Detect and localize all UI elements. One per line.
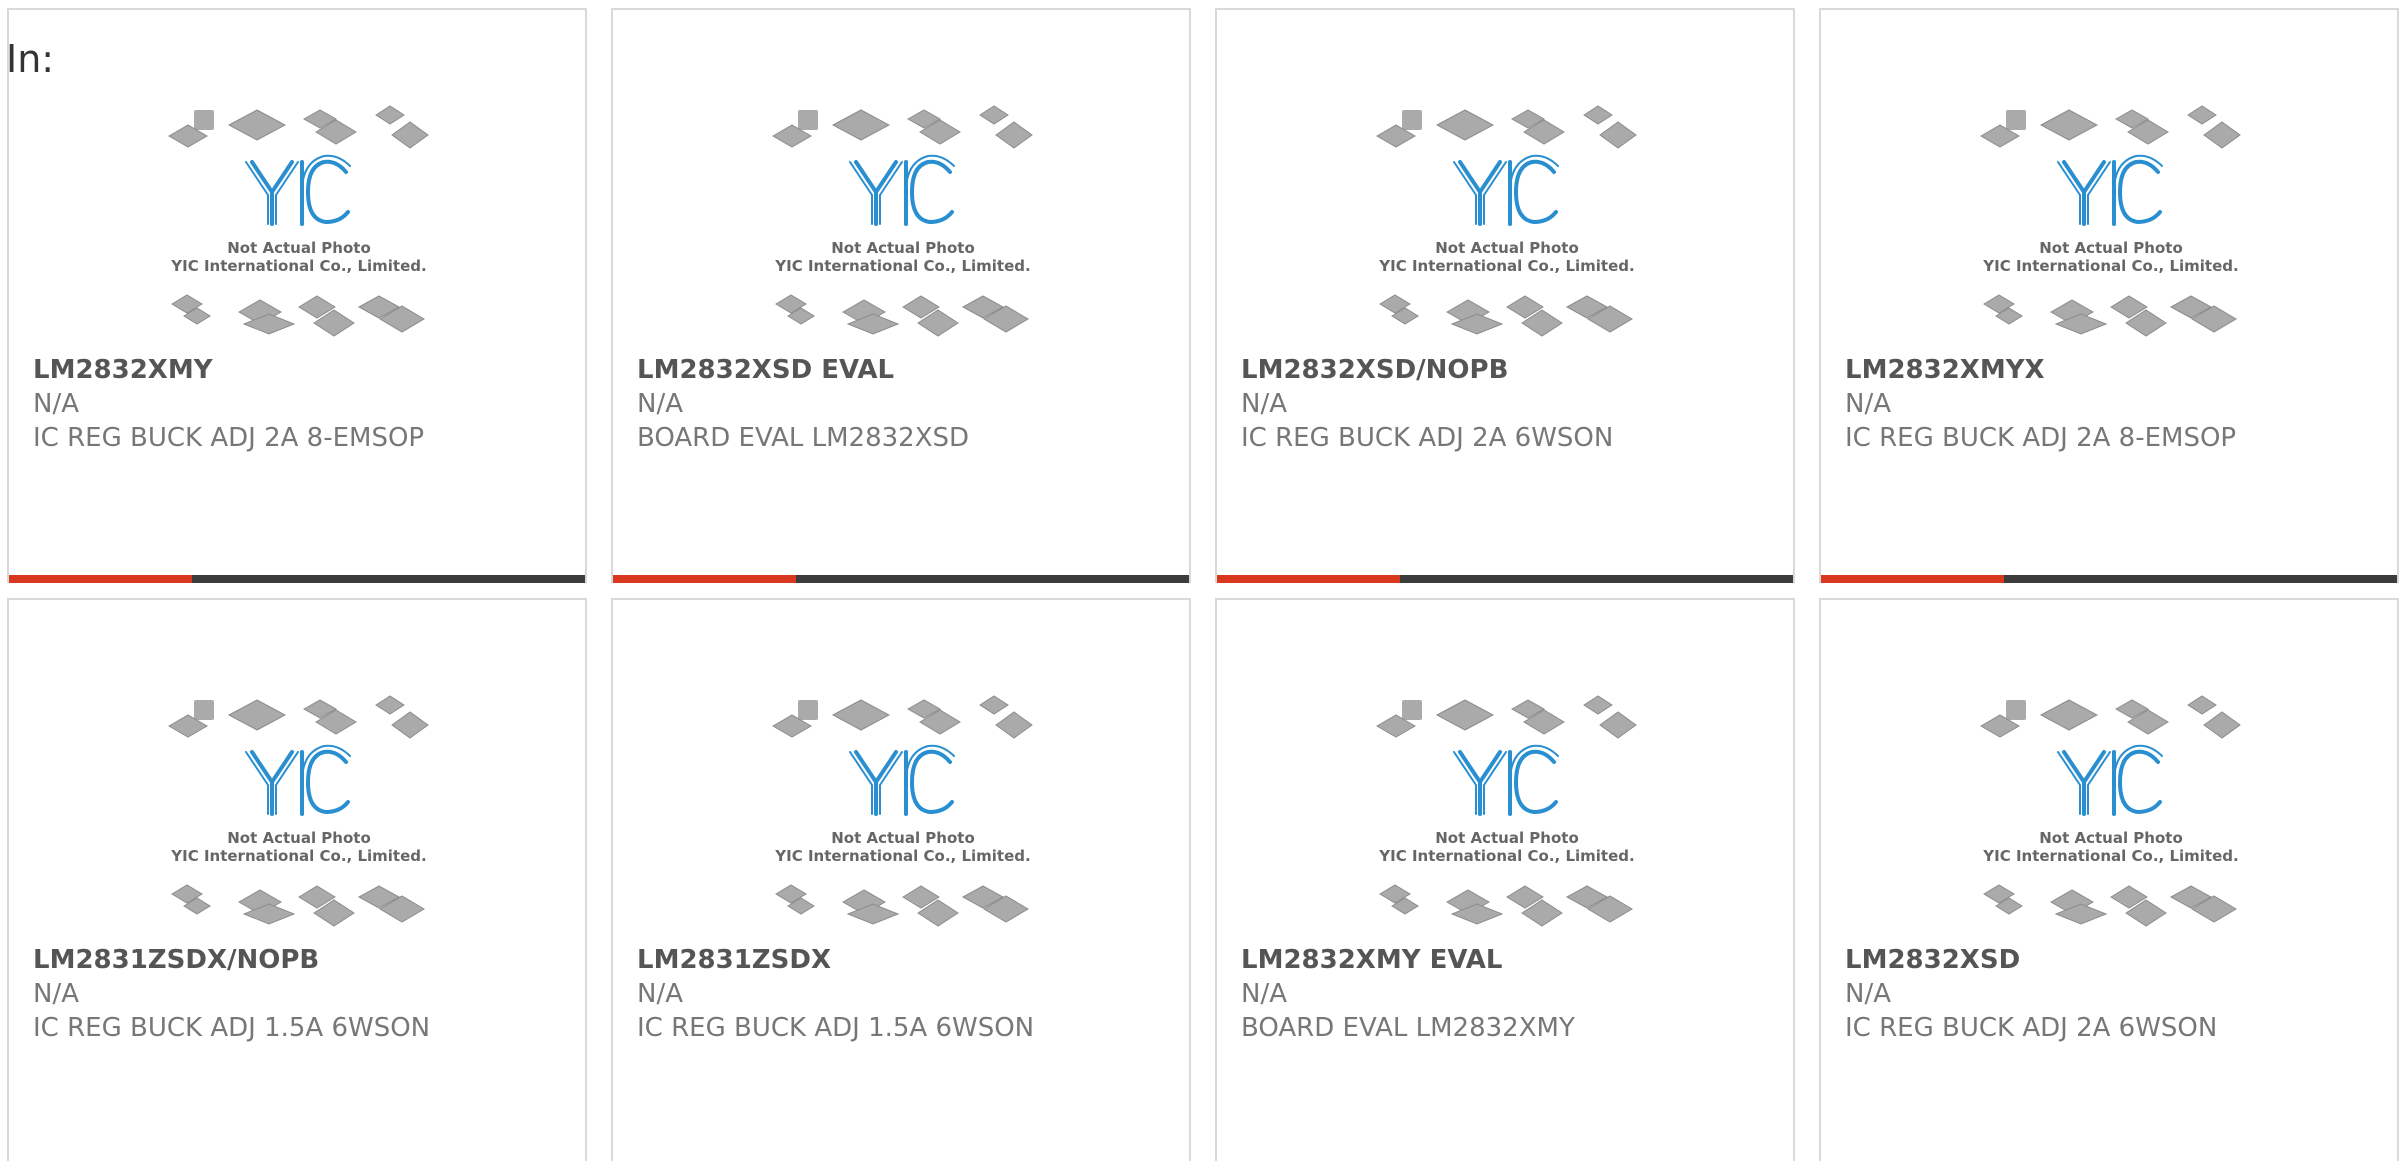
yic-logo-icon xyxy=(849,744,955,816)
chip-icons-bottom xyxy=(775,294,1029,337)
svg-text:YIC International Co., Limited: YIC International Co., Limited. xyxy=(170,847,426,865)
svg-text:YIC International Co., Limited: YIC International Co., Limited. xyxy=(774,847,1030,865)
product-grid: Not Actual Photo YIC International Co., … xyxy=(7,8,2400,1161)
product-image[interactable]: Not Actual Photo YIC International Co., … xyxy=(768,690,1038,935)
chip-icons-top xyxy=(1980,105,2241,149)
product-card[interactable]: Not Actual Photo YIC International Co., … xyxy=(1819,598,2399,1161)
svg-text:Not Actual Photo: Not Actual Photo xyxy=(831,239,975,257)
product-image[interactable]: Not Actual Photo YIC International Co., … xyxy=(768,100,1038,345)
yic-logo-icon xyxy=(1453,744,1559,816)
part-number-link[interactable]: LM2831ZSDX xyxy=(637,943,1179,977)
chip-icons-bottom xyxy=(1379,294,1633,337)
product-image[interactable]: Not Actual Photo YIC International Co., … xyxy=(1976,100,2246,345)
svg-text:Not Actual Photo: Not Actual Photo xyxy=(227,829,371,847)
manufacturer-label: N/A xyxy=(33,979,79,1009)
part-number-link[interactable]: LM2832XMYX xyxy=(1845,353,2387,387)
part-number-link[interactable]: LM2832XMY EVAL xyxy=(1241,943,1783,977)
product-card[interactable]: Not Actual Photo YIC International Co., … xyxy=(7,598,587,1161)
svg-text:YIC International Co., Limited: YIC International Co., Limited. xyxy=(1378,847,1634,865)
product-card[interactable]: Not Actual Photo YIC International Co., … xyxy=(1215,598,1795,1161)
yic-logo-icon xyxy=(245,154,351,226)
yic-logo-icon xyxy=(2057,154,2163,226)
svg-text:Not Actual Photo: Not Actual Photo xyxy=(2039,829,2183,847)
chip-icons-top xyxy=(1376,695,1637,739)
svg-text:YIC International Co., Limited: YIC International Co., Limited. xyxy=(170,257,426,275)
product-card[interactable]: Not Actual Photo YIC International Co., … xyxy=(611,8,1191,583)
yic-logo-icon xyxy=(849,154,955,226)
manufacturer-label: N/A xyxy=(637,389,683,419)
card-bottom-bar xyxy=(1217,575,1793,583)
part-number-link[interactable]: LM2831ZSDX/NOPB xyxy=(33,943,575,977)
svg-text:Not Actual Photo: Not Actual Photo xyxy=(831,829,975,847)
chip-icons-bottom xyxy=(1983,884,2237,927)
svg-text:YIC International Co., Limited: YIC International Co., Limited. xyxy=(774,257,1030,275)
product-image[interactable]: Not Actual Photo YIC International Co., … xyxy=(164,100,434,345)
part-number-link[interactable]: LM2832XSD xyxy=(1845,943,2387,977)
manufacturer-label: N/A xyxy=(637,979,683,1009)
svg-text:Not Actual Photo: Not Actual Photo xyxy=(2039,239,2183,257)
svg-text:Not Actual Photo: Not Actual Photo xyxy=(1435,239,1579,257)
description-label: BOARD EVAL LM2832XSD xyxy=(637,423,970,453)
manufacturer-label: N/A xyxy=(1845,389,1891,419)
manufacturer-label: N/A xyxy=(1241,979,1287,1009)
chip-icons-bottom xyxy=(1379,884,1633,927)
chip-icons-top xyxy=(1376,105,1637,149)
manufacturer-label: N/A xyxy=(33,389,79,419)
product-image[interactable]: Not Actual Photo YIC International Co., … xyxy=(1976,690,2246,935)
filter-in-label: In: xyxy=(6,37,55,81)
chip-icons-bottom xyxy=(171,884,425,927)
svg-text:YIC International Co., Limited: YIC International Co., Limited. xyxy=(1982,847,2238,865)
manufacturer-label: N/A xyxy=(1845,979,1891,1009)
chip-icons-bottom xyxy=(171,294,425,337)
manufacturer-label: N/A xyxy=(1241,389,1287,419)
description-label: IC REG BUCK ADJ 2A 8-EMSOP xyxy=(1845,423,2237,453)
description-label: IC REG BUCK ADJ 1.5A 6WSON xyxy=(33,1013,431,1043)
product-image[interactable]: Not Actual Photo YIC International Co., … xyxy=(1372,100,1642,345)
description-label: IC REG BUCK ADJ 2A 6WSON xyxy=(1241,423,1614,453)
svg-text:Not Actual Photo: Not Actual Photo xyxy=(1435,829,1579,847)
chip-icons-top xyxy=(772,105,1033,149)
description-label: IC REG BUCK ADJ 2A 6WSON xyxy=(1845,1013,2218,1043)
part-number-link[interactable]: LM2832XMY xyxy=(33,353,575,387)
yic-logo-icon xyxy=(2057,744,2163,816)
chip-icons-bottom xyxy=(775,884,1029,927)
card-bottom-bar xyxy=(613,575,1189,583)
chip-icons-top xyxy=(1980,695,2241,739)
chip-icons-top xyxy=(168,695,429,739)
part-number-link[interactable]: LM2832XSD/NOPB xyxy=(1241,353,1783,387)
description-label: BOARD EVAL LM2832XMY xyxy=(1241,1013,1575,1043)
product-card[interactable]: Not Actual Photo YIC International Co., … xyxy=(7,8,587,583)
product-card[interactable]: Not Actual Photo YIC International Co., … xyxy=(1819,8,2399,583)
chip-icons-top xyxy=(772,695,1033,739)
product-card[interactable]: Not Actual Photo YIC International Co., … xyxy=(1215,8,1795,583)
product-image[interactable]: Not Actual Photo YIC International Co., … xyxy=(164,690,434,935)
chip-icons-bottom xyxy=(1983,294,2237,337)
description-label: IC REG BUCK ADJ 2A 8-EMSOP xyxy=(33,423,425,453)
yic-logo-icon xyxy=(245,744,351,816)
description-label: IC REG BUCK ADJ 1.5A 6WSON xyxy=(637,1013,1035,1043)
card-bottom-bar xyxy=(9,575,585,583)
product-card[interactable]: Not Actual Photo YIC International Co., … xyxy=(611,598,1191,1161)
svg-text:YIC International Co., Limited: YIC International Co., Limited. xyxy=(1378,257,1634,275)
part-number-link[interactable]: LM2832XSD EVAL xyxy=(637,353,1179,387)
chip-icons-top xyxy=(168,105,429,149)
yic-logo-icon xyxy=(1453,154,1559,226)
svg-text:Not Actual Photo: Not Actual Photo xyxy=(227,239,371,257)
card-bottom-bar xyxy=(1821,575,2397,583)
product-image[interactable]: Not Actual Photo YIC International Co., … xyxy=(1372,690,1642,935)
svg-text:YIC International Co., Limited: YIC International Co., Limited. xyxy=(1982,257,2238,275)
